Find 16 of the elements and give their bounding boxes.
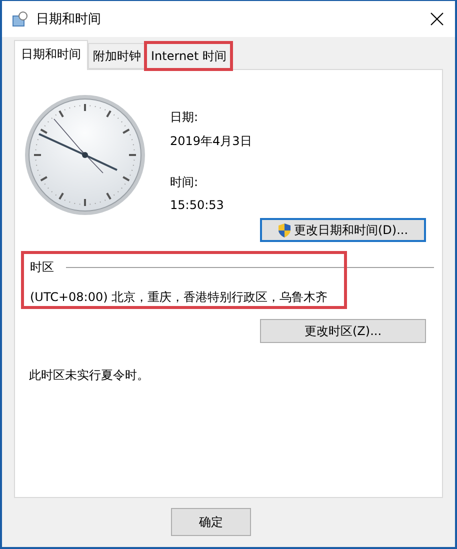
shield-icon — [278, 222, 291, 238]
dst-note: 此时区未实行夏令时。 — [29, 367, 150, 383]
time-zone-text: (UTC+08:00) 北京，重庆，香港特别行政区，乌鲁木齐 — [30, 289, 329, 305]
tab[interactable]: Internet 时间 — [146, 43, 232, 69]
ok-button[interactable]: 确定 — [171, 508, 251, 536]
change-date-time-button[interactable]: 更改日期和时间(D)... — [260, 218, 426, 242]
tab[interactable]: 附加时钟 — [88, 43, 146, 69]
clock-calendar-icon — [12, 11, 28, 27]
time-value: 15:50:53 — [170, 197, 225, 213]
date-value: 2019年4月3日 — [170, 133, 252, 149]
date-label: 日期: — [170, 109, 200, 125]
window-title: 日期和时间 — [36, 11, 102, 28]
group-heading: 时区 — [30, 259, 54, 275]
change-time-zone-button[interactable]: 更改时区(Z)... — [260, 319, 426, 343]
time-label: 时间: — [170, 174, 200, 190]
tab[interactable]: 日期和时间 — [14, 40, 88, 70]
